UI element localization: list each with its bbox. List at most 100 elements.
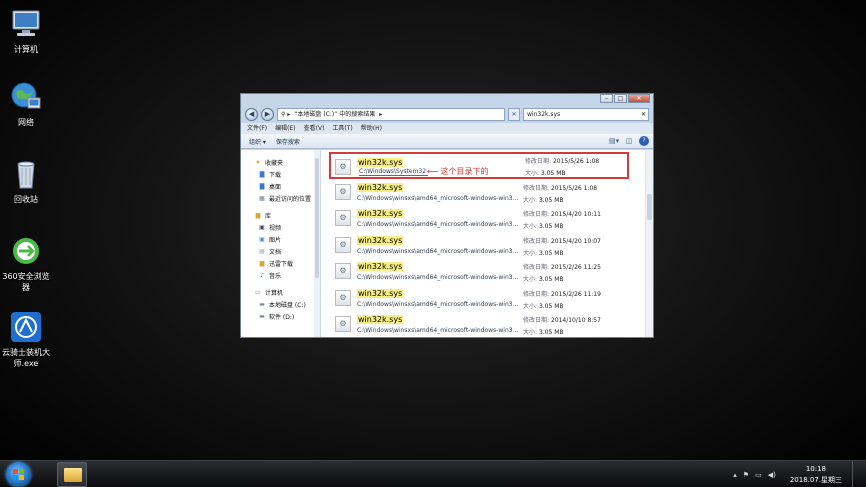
drive-icon: ▬ [259, 300, 265, 308]
system-file-icon: ⚙ [335, 210, 351, 226]
scrollbar-thumb[interactable] [315, 158, 319, 278]
nav-drive-c[interactable]: ▬ 本地磁盘 (C:) [241, 298, 320, 310]
result-row[interactable]: ⚙ win32k.sys C:\Windows\winsxs\amd64_mic… [335, 311, 653, 337]
recent-places-icon: ▦ [259, 194, 265, 202]
address-segment[interactable]: “本地磁盘 (C:)” 中的搜索结果 [294, 109, 375, 120]
download-folder-icon: ▇ [259, 170, 265, 178]
file-path: C:\Windows\winsxs\amd64_microsoft-window… [357, 327, 519, 334]
arrow-left-icon: ⟵ [427, 167, 439, 176]
document-icon: ▤ [259, 247, 265, 255]
file-date: 修改日期: 2015/2/26 11:25 [523, 264, 601, 271]
annotation-underline [359, 175, 428, 176]
view-options-icon[interactable]: ▤▾ [609, 136, 619, 146]
nav-label: 最近访问的位置 [269, 195, 312, 203]
help-icon[interactable]: ? [639, 136, 649, 146]
window-body: ★ 收藏夹 ▇ 下载 ▇ 桌面 ▦ 最近访问的位置 ▆ 库 ▣ 视频 ▣ 图片 ▤ 文档 ▆ 迅雷… [241, 150, 653, 337]
annotation-text: 这个目录下的 [440, 167, 489, 176]
back-button[interactable]: ◀ [245, 108, 258, 121]
nav-pictures[interactable]: ▣ 图片 [241, 233, 320, 245]
windows-logo-icon [13, 469, 24, 480]
nav-label: 计算机 [265, 289, 284, 297]
result-row[interactable]: ⚙ win32k.sys C:\Windows\winsxs\amd64_mic… [335, 258, 653, 285]
nav-documents[interactable]: ▤ 文档 [241, 245, 320, 257]
star-icon: ★ [255, 158, 261, 166]
file-size: 大小: 3.05 MB [523, 276, 564, 283]
nav-music[interactable]: ♪ 音乐 [241, 269, 320, 281]
network-status-icon[interactable]: ▭ [755, 471, 762, 479]
nav-downloads[interactable]: ▇ 下载 [241, 168, 320, 180]
result-row-highlighted[interactable]: ⚙ win32k.sys C:\Windows\System32 ⟵ 这个目录下的… [329, 152, 629, 179]
nav-recent[interactable]: ▦ 最近访问的位置 [241, 192, 320, 204]
window-titlebar[interactable]: – □ ✕ [241, 94, 653, 106]
nav-scrollbar[interactable] [314, 150, 320, 337]
nav-label: 视频 [269, 224, 282, 232]
tray-expand-icon[interactable]: ▴ [733, 471, 737, 479]
menu-view[interactable]: 查看(V) [304, 123, 325, 134]
start-button[interactable] [6, 462, 31, 487]
result-row[interactable]: ⚙ win32k.sys C:\Windows\winsxs\amd64_mic… [335, 205, 653, 232]
address-chevron[interactable]: ▸ [379, 109, 382, 120]
file-path: C:\Windows\winsxs\amd64_microsoft-window… [357, 274, 519, 281]
results-scrollbar[interactable] [645, 150, 653, 337]
clock[interactable]: 10:18 2018.07.星期三 [790, 464, 842, 486]
address-bar[interactable]: ⚲ ▸ “本地磁盘 (C:)” 中的搜索结果 ▸ [277, 108, 505, 121]
address-row: ◀ ▶ ⚲ ▸ “本地磁盘 (C:)” 中的搜索结果 ▸ ✕ win32k.sy… [241, 106, 653, 123]
maximize-button[interactable]: □ [614, 94, 627, 103]
file-size: 大小: 3.05 MB [525, 170, 566, 177]
nav-drive-d[interactable]: ▬ 软件 (D:) [241, 310, 320, 322]
menu-tools[interactable]: 工具(T) [332, 123, 352, 134]
show-desktop-button[interactable] [852, 461, 858, 487]
file-path: C:\Windows\winsxs\amd64_microsoft-window… [357, 247, 519, 255]
nav-desktop[interactable]: ▇ 桌面 [241, 180, 320, 192]
clear-search-icon[interactable]: ✕ [641, 109, 646, 120]
result-row[interactable]: ⚙ win32k.sys C:\Windows\winsxs\amd64_mic… [335, 285, 653, 312]
nav-thunder-downloads[interactable]: ▆ 迅雷下载 [241, 257, 320, 269]
menu-help[interactable]: 帮助(H) [361, 123, 382, 134]
library-icon: ▆ [255, 211, 261, 219]
folder-icon [64, 468, 82, 482]
minimize-button[interactable]: – [600, 94, 613, 103]
desktop-folder-icon: ▇ [259, 182, 265, 190]
scrollbar-thumb[interactable] [647, 194, 652, 220]
desktop-icon-label: 回收站 [14, 195, 38, 204]
nav-label: 本地磁盘 (C:) [269, 301, 306, 309]
explorer-window: – □ ✕ ◀ ▶ ⚲ ▸ “本地磁盘 (C:)” 中的搜索结果 ▸ ✕ win… [240, 93, 654, 338]
browser-360-icon [13, 238, 39, 264]
organize-button[interactable]: 组织 ▾ [249, 137, 266, 146]
save-search-button[interactable]: 保存搜索 [276, 137, 300, 146]
nav-favorites[interactable]: ★ 收藏夹 [241, 156, 320, 168]
menu-edit[interactable]: 编辑(E) [275, 123, 295, 134]
navigation-pane: ★ 收藏夹 ▇ 下载 ▇ 桌面 ▦ 最近访问的位置 ▆ 库 ▣ 视频 ▣ 图片 ▤ 文档 ▆ 迅雷… [241, 150, 321, 337]
menu-file[interactable]: 文件(F) [247, 123, 267, 134]
preview-pane-icon[interactable]: ◫ [624, 136, 634, 146]
file-size: 大小: 3.05 MB [523, 196, 564, 204]
nav-label: 收藏夹 [265, 159, 284, 167]
nav-label: 软件 (D:) [269, 313, 295, 321]
file-date: 修改日期: 2015/4/20 10:07 [523, 237, 601, 245]
desktop-icon-recycle-bin[interactable]: 回收站 [0, 157, 52, 205]
desktop-icon-360-browser[interactable]: 360安全浏览器 [0, 234, 52, 293]
action-center-icon[interactable]: ⚑ [743, 471, 749, 479]
desktop-icon-network[interactable]: 网络 [0, 80, 52, 128]
system-file-icon: ⚙ [335, 289, 351, 306]
video-icon: ▣ [259, 223, 265, 231]
taskbar-explorer-button[interactable] [57, 462, 87, 487]
clock-date: 2018.07.星期三 [789, 475, 842, 484]
system-tray: ▴ ⚑ ▭ ◀) 10:18 2018.07.星期三 [733, 461, 858, 487]
nav-libraries[interactable]: ▆ 库 [241, 209, 320, 221]
file-date: 修改日期: 2015/5/26 1:08 [525, 158, 600, 165]
desktop-icon-yunqishi[interactable]: 云骑士装机大师.exe [0, 310, 52, 369]
result-row[interactable]: ⚙ win32k.sys C:\Windows\winsxs\amd64_mic… [335, 179, 653, 206]
search-input[interactable]: win32k.sys ✕ [523, 108, 649, 121]
desktop-icon-computer[interactable]: 计算机 [0, 7, 52, 55]
taskbar: ▴ ⚑ ▭ ◀) 10:18 2018.07.星期三 [0, 460, 866, 487]
computer-icon: ▭ [255, 288, 261, 296]
nav-computer[interactable]: ▭ 计算机 [241, 286, 320, 298]
forward-button[interactable]: ▶ [261, 108, 274, 121]
volume-icon[interactable]: ◀) [768, 471, 776, 479]
refresh-button[interactable]: ✕ [508, 108, 520, 121]
close-button[interactable]: ✕ [628, 94, 650, 103]
nav-videos[interactable]: ▣ 视频 [241, 221, 320, 233]
annotation: ⟵ 这个目录下的 [427, 166, 488, 177]
result-row[interactable]: ⚙ win32k.sys C:\Windows\winsxs\amd64_mic… [335, 232, 653, 259]
